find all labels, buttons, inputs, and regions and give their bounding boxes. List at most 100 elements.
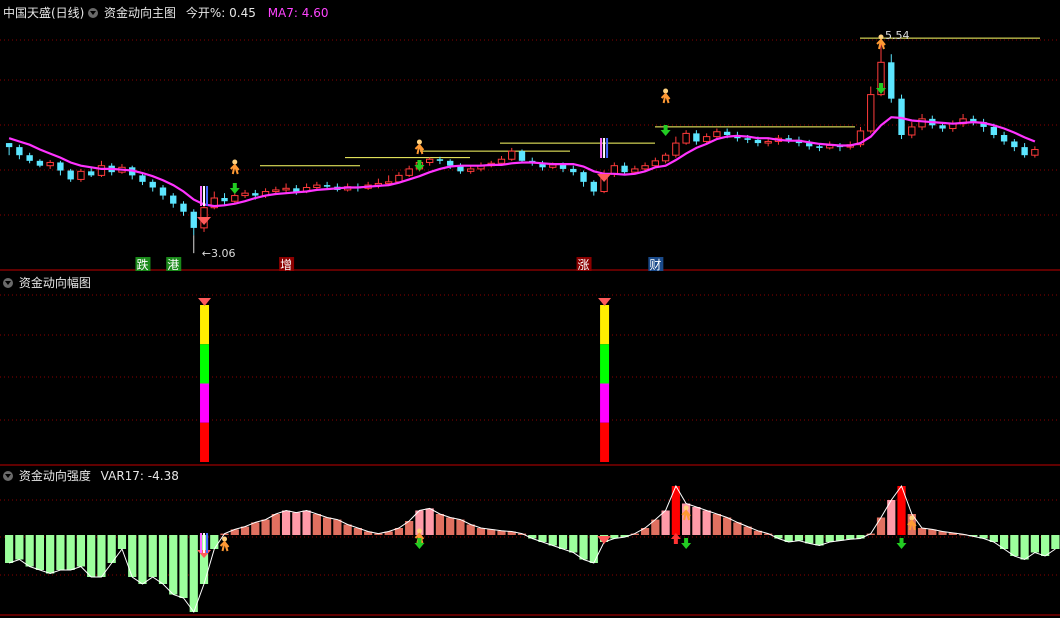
- candle-body: [231, 195, 239, 202]
- strength-bar: [333, 519, 342, 535]
- running-man-icon: [219, 540, 230, 552]
- signal-stripe: [600, 138, 603, 158]
- strength-indicator-name: 资金动向强度: [18, 469, 91, 483]
- amplitude-segment: [600, 383, 610, 423]
- strength-bar: [35, 535, 45, 570]
- amplitude-segment: [200, 422, 210, 462]
- strength-bar: [261, 519, 270, 535]
- strength-bar: [271, 514, 280, 535]
- candle-body: [641, 165, 649, 170]
- candle-body: [570, 168, 577, 173]
- strength-bar: [723, 517, 732, 535]
- running-man-icon: [414, 143, 425, 155]
- candle-body: [467, 168, 475, 172]
- candle-body: [682, 132, 690, 144]
- strength-bar: [76, 535, 86, 567]
- strength-bar: [169, 535, 178, 595]
- signal-stripe: [606, 138, 609, 158]
- candle-body: [816, 146, 823, 148]
- strength-bar: [876, 517, 886, 535]
- candle-body: [5, 143, 13, 148]
- strength-bar: [702, 510, 711, 535]
- signal-stripe: [203, 533, 206, 553]
- candle-body: [57, 162, 64, 171]
- strength-bar: [179, 535, 188, 598]
- signal-stripe: [206, 533, 209, 553]
- candle-body: [702, 136, 711, 142]
- low-price-label: ←3.06: [202, 247, 236, 260]
- strength-bar: [815, 535, 824, 546]
- strength-bar: [456, 519, 465, 535]
- candle-body: [713, 131, 721, 138]
- candle-body: [97, 165, 106, 176]
- strength-bar: [15, 535, 24, 560]
- strength-pane-header: 资金动向强度 VAR17: -4.38: [3, 467, 179, 484]
- strength-bar: [579, 535, 588, 560]
- strength-bar: [66, 535, 75, 570]
- strength-bar: [312, 514, 321, 535]
- candle-body: [36, 160, 44, 166]
- strength-bar: [210, 535, 219, 549]
- collapse-icon[interactable]: [3, 471, 13, 481]
- candle-body: [497, 158, 506, 164]
- candle-body: [744, 138, 751, 140]
- candle-body: [190, 211, 197, 228]
- candle-body: [672, 142, 680, 156]
- diamond-icon: [598, 298, 612, 306]
- candle-body: [1021, 147, 1028, 156]
- stock-title: 中国天盛(日线): [3, 6, 85, 20]
- candle-body: [939, 125, 946, 129]
- candle-body: [1031, 149, 1039, 156]
- down-arrow-icon: [681, 538, 692, 549]
- running-man-icon: [230, 163, 240, 175]
- candle-body: [313, 184, 321, 188]
- strength-bar: [138, 535, 147, 584]
- candle-body: [590, 181, 597, 192]
- candle-body: [426, 158, 434, 163]
- candle-body: [908, 126, 916, 136]
- candle-body: [631, 168, 639, 173]
- diamond-icon: [197, 217, 212, 225]
- strength-bar: [476, 528, 486, 535]
- chart-canvas: ←3.06 5.54 跌 港 增 涨 财: [0, 29, 1060, 616]
- candle-body: [405, 168, 413, 176]
- candle-body: [764, 140, 772, 144]
- candle-body: [621, 165, 628, 173]
- candle-body: [436, 159, 444, 161]
- candle-body: [323, 185, 331, 187]
- candle-body: [252, 193, 259, 196]
- strength-bar: [1020, 535, 1029, 560]
- strength-bar: [323, 517, 332, 535]
- strength-bar: [825, 535, 834, 542]
- collapse-icon[interactable]: [3, 278, 13, 288]
- strength-bar: [917, 528, 927, 535]
- candle-body: [221, 198, 228, 202]
- candle-body: [508, 150, 516, 160]
- candle-body: [170, 195, 177, 204]
- strength-bar: [281, 510, 291, 535]
- strength-bar: [712, 514, 721, 535]
- candle-body: [16, 147, 23, 156]
- diamond-icon: [597, 174, 612, 182]
- candle-body: [282, 187, 290, 191]
- diamond-icon: [198, 298, 212, 306]
- today-open-label: 今开%: 0.45: [185, 6, 256, 20]
- strength-bar: [569, 535, 578, 553]
- strength-bar: [117, 535, 127, 549]
- strength-bar: [446, 517, 455, 535]
- collapse-icon[interactable]: [88, 8, 99, 18]
- candle-body: [661, 154, 670, 162]
- candle-body: [1011, 141, 1018, 148]
- signal-stripe: [206, 186, 209, 206]
- amplitude-segment: [200, 344, 210, 384]
- high-price-label: 5.54: [885, 29, 910, 42]
- candle-body: [888, 62, 895, 99]
- marker-label: 港: [167, 258, 179, 272]
- amplitude-pane: [198, 298, 612, 462]
- strength-bar: [56, 535, 65, 570]
- strength-bar: [302, 510, 311, 535]
- indicator-name: 资金动向主图: [104, 6, 177, 20]
- signal-stripe: [203, 186, 206, 206]
- strength-bar: [466, 524, 475, 535]
- down-arrow-icon: [896, 538, 907, 549]
